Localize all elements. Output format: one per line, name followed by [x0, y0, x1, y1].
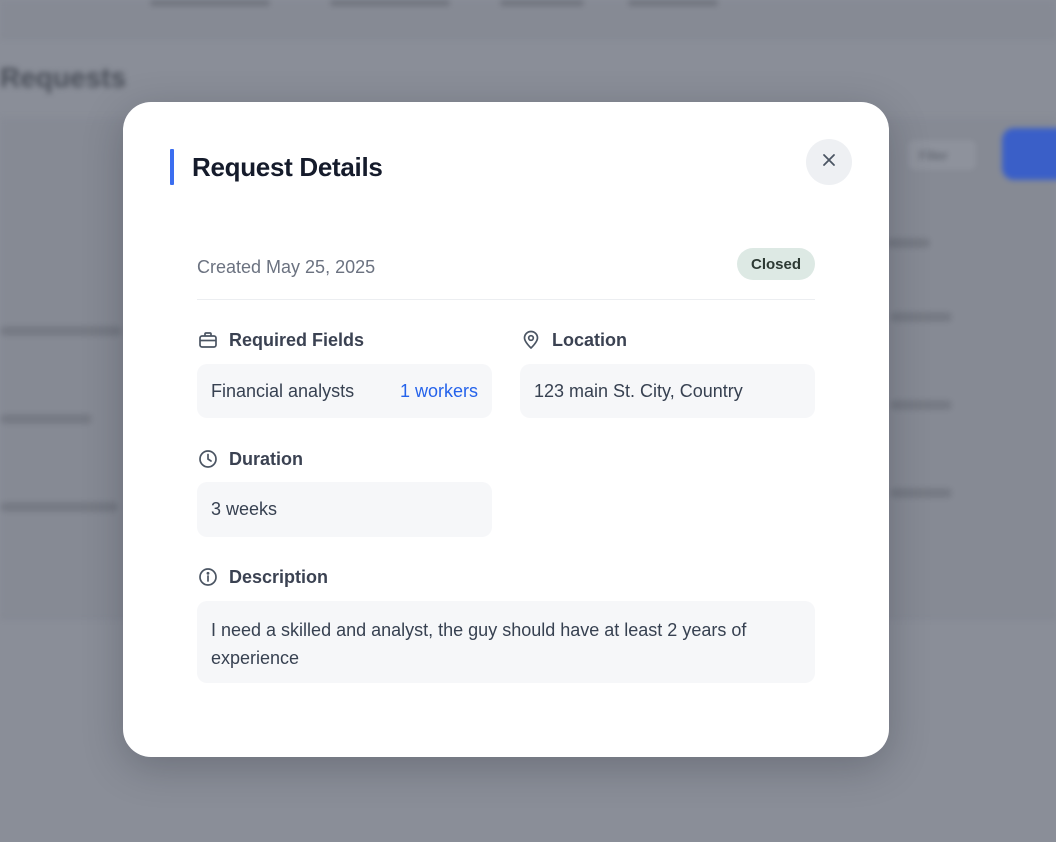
- location-label: Location: [520, 329, 627, 351]
- title-accent-bar: [170, 149, 174, 185]
- description-value: I need a skilled and analyst, the guy sh…: [211, 620, 747, 668]
- meta-row: Created May 25, 2025 Closed: [197, 248, 815, 300]
- background-topbar: [0, 0, 1056, 38]
- background-row-cell: [0, 502, 118, 512]
- background-filter-button: Filter: [906, 138, 978, 172]
- info-icon: [197, 566, 219, 588]
- duration-label: Duration: [197, 448, 303, 470]
- request-details-modal: Request Details Created May 25, 2025 Clo…: [123, 102, 889, 757]
- map-pin-icon: [520, 329, 542, 351]
- created-date: Created May 25, 2025: [197, 257, 376, 277]
- required-role: Financial analysts: [211, 380, 355, 401]
- background-page-title: Requests: [0, 62, 127, 93]
- background-primary-button: [1002, 128, 1056, 180]
- duration-label-text: Duration: [229, 448, 303, 469]
- background-column-header: [886, 238, 930, 248]
- required-fields-label-text: Required Fields: [229, 329, 365, 350]
- location-label-text: Location: [552, 329, 627, 350]
- background-row-cell: [0, 326, 122, 336]
- location-box: 123 main St. City, Country: [520, 364, 815, 418]
- background-row-cell: [890, 488, 952, 498]
- background-row-cell: [890, 312, 952, 322]
- background-row-cell: [0, 414, 92, 424]
- description-label: Description: [197, 566, 328, 588]
- status-badge: Closed: [736, 248, 815, 280]
- duration-box: 3 weeks: [197, 482, 492, 537]
- background-nav-item: [150, 0, 270, 6]
- briefcase-icon: [197, 329, 219, 351]
- duration-value: 3 weeks: [211, 499, 278, 519]
- description-box: I need a skilled and analyst, the guy sh…: [197, 601, 815, 683]
- background-nav-item: [330, 0, 450, 6]
- modal-title: Request Details: [192, 151, 383, 182]
- background-nav-item: [500, 0, 584, 6]
- background-row-cell: [890, 400, 952, 410]
- location-value: 123 main St. City, Country: [534, 380, 743, 401]
- background-nav-item: [628, 0, 718, 6]
- description-label-text: Description: [229, 566, 329, 587]
- close-icon: [822, 153, 836, 172]
- workers-count-link[interactable]: 1 workers: [400, 381, 478, 402]
- required-fields-label: Required Fields: [197, 329, 364, 351]
- close-button[interactable]: [806, 139, 852, 185]
- modal-header: Request Details: [170, 149, 383, 185]
- clock-icon: [197, 448, 219, 470]
- required-fields-box: Financial analysts 1 workers: [197, 364, 492, 418]
